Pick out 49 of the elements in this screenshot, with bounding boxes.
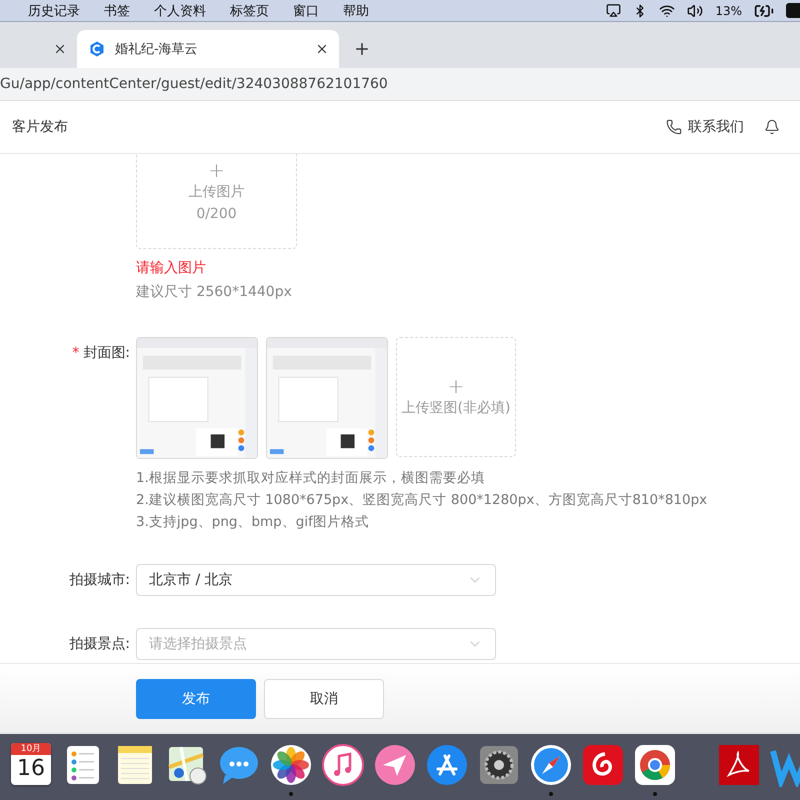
menu-item[interactable]: 帮助 bbox=[329, 2, 379, 20]
bell-icon[interactable] bbox=[764, 119, 780, 135]
browser-tab[interactable]: 婚礼纪-海草云 bbox=[77, 30, 339, 68]
required-mark: * bbox=[72, 345, 80, 361]
cancel-button[interactable]: 取消 bbox=[264, 679, 384, 719]
flower-icon[interactable] bbox=[269, 743, 313, 787]
pdf-icon[interactable] bbox=[717, 743, 761, 787]
close-icon[interactable] bbox=[315, 42, 329, 56]
phone-icon[interactable] bbox=[666, 119, 682, 135]
select-field[interactable]: 北京市 / 北京 bbox=[136, 564, 496, 596]
field-label: 拍摄景点: bbox=[69, 635, 130, 653]
field-label: 拍摄城市: bbox=[69, 571, 130, 589]
swirl-icon[interactable] bbox=[581, 743, 625, 787]
publish-button[interactable]: 发布 bbox=[136, 679, 256, 719]
calendar-day: 16 bbox=[17, 755, 45, 783]
menu-item[interactable]: 历史记录 bbox=[0, 2, 90, 20]
tab-title: 婚礼纪-海草云 bbox=[115, 41, 199, 58]
menu-item[interactable]: 窗口 bbox=[279, 2, 329, 20]
cover-note: 1.根据显示要求抓取对应样式的封面展示，横图需要必填 bbox=[136, 469, 486, 488]
plus-sign: + bbox=[208, 158, 225, 180]
menu-item[interactable]: 标签页 bbox=[216, 2, 279, 20]
contact-link[interactable]: 联系我们 bbox=[688, 118, 744, 136]
paper-plane-icon[interactable] bbox=[373, 743, 417, 787]
page-title: 客片发布 bbox=[12, 118, 68, 136]
error-message: 请输入图片 bbox=[136, 259, 207, 277]
cover-note: 2.建议横图宽高尺寸 1080*675px、竖图宽高尺寸 800*1280px、方图宽高尺寸810*810px bbox=[136, 491, 708, 510]
wifi-icon[interactable] bbox=[659, 2, 676, 18]
new-tab-icon[interactable] bbox=[353, 40, 371, 58]
field-label: 封面图: bbox=[83, 344, 130, 362]
volume-icon[interactable] bbox=[687, 2, 704, 18]
gear-icon[interactable] bbox=[477, 743, 521, 787]
upload-label: 上传竖图(非必填) bbox=[402, 399, 510, 418]
cover-note: 3.支持jpg、png、bmp、gif图片格式 bbox=[136, 513, 370, 532]
upload-count: 0/200 bbox=[196, 204, 237, 224]
compass-icon[interactable] bbox=[529, 743, 573, 787]
close-icon[interactable] bbox=[53, 42, 67, 56]
calendar-month: 10月 bbox=[11, 743, 51, 755]
browser-icon[interactable] bbox=[633, 743, 677, 787]
pencil-ruler-icon[interactable] bbox=[425, 743, 469, 787]
music-note-icon[interactable] bbox=[321, 743, 365, 787]
size-hint: 建议尺寸 2560*1440px bbox=[136, 283, 293, 301]
plus-sign: + bbox=[448, 375, 464, 397]
upload-label: 上传图片 bbox=[188, 182, 244, 202]
hexagon-icon bbox=[89, 41, 105, 57]
calendar-icon[interactable]: 10月 16 bbox=[11, 743, 51, 785]
menu-item[interactable]: 书签 bbox=[90, 2, 140, 20]
menu-item[interactable]: 个人资料 bbox=[140, 2, 216, 20]
airplay-icon[interactable] bbox=[606, 3, 622, 18]
battery-percent: 13% bbox=[715, 4, 742, 18]
